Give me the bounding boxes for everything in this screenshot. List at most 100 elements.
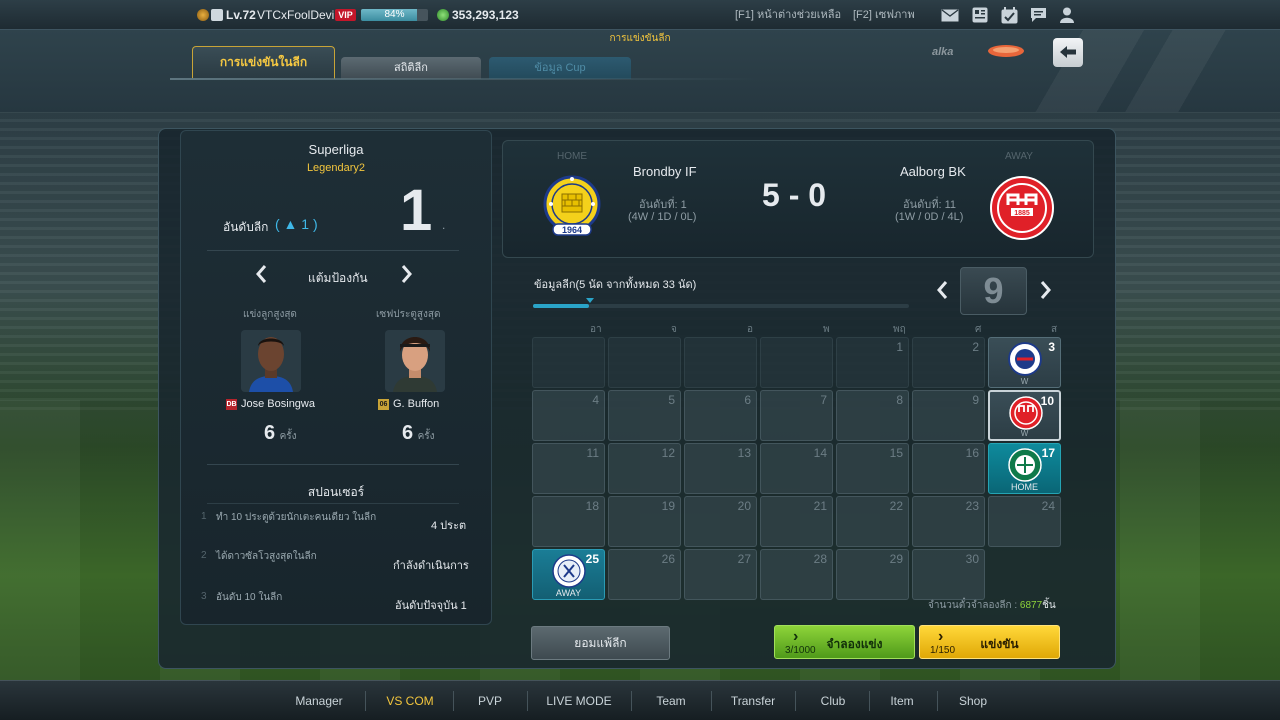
calendar-day[interactable]: 26 xyxy=(608,549,681,600)
chat-icon[interactable] xyxy=(1028,6,1048,24)
back-button[interactable] xyxy=(1053,38,1083,67)
nav-item[interactable]: Item xyxy=(874,681,930,720)
calendar-empty-cell xyxy=(532,337,605,388)
sponsor-status: อันดับปัจจุบัน 1 xyxy=(395,600,467,612)
divider xyxy=(453,691,454,711)
top-saver-label: เซฟประตูสูงสุด xyxy=(376,309,441,320)
chevron-right-icon xyxy=(401,265,412,283)
calendar-day[interactable]: 22 xyxy=(836,496,909,547)
prev-category-button[interactable] xyxy=(255,263,267,291)
home-label: HOME xyxy=(557,151,587,162)
away-crest-year: 1885 xyxy=(1014,210,1030,217)
tab-league-stats[interactable]: สถิติลีก xyxy=(341,57,481,79)
opponent-crest-icon xyxy=(1009,396,1043,430)
divider xyxy=(937,691,938,711)
tab-cup-info[interactable]: ข้อมูล Cup xyxy=(489,57,631,79)
calendar-day[interactable]: 14 xyxy=(760,443,833,494)
calendar-day[interactable]: 5 xyxy=(608,390,681,441)
calendar-day[interactable]: 21 xyxy=(760,496,833,547)
calendar-day[interactable]: 1 xyxy=(836,337,909,388)
calendar-day[interactable]: 8 xyxy=(836,390,909,441)
scorer-count: 6 xyxy=(264,422,276,444)
weekday-label: อา xyxy=(590,324,602,335)
calendar-day[interactable]: 13 xyxy=(684,443,757,494)
sponsor-title: สปอนเซอร์ xyxy=(307,485,365,499)
nav-manager[interactable]: Manager xyxy=(280,681,358,720)
nav-pvp[interactable]: PVP xyxy=(460,681,520,720)
opponent-crest-icon xyxy=(552,554,586,588)
saver-name-row: 06 G. Buffon xyxy=(378,398,439,410)
weekday-label: พ xyxy=(823,324,830,335)
prev-month-button[interactable] xyxy=(936,279,948,307)
sponsor-index: 1 xyxy=(201,511,207,522)
calendar-day[interactable]: 16 xyxy=(912,443,985,494)
home-team-crest[interactable]: 1964 xyxy=(543,172,601,240)
club-crest-icon xyxy=(211,9,223,21)
match-day-number: 10 xyxy=(1040,394,1054,408)
calendar-match-day-home[interactable]: 17 HOME xyxy=(988,443,1061,494)
sponsor-status: กำลังดำเนินการ xyxy=(393,560,469,572)
exp-percent: 84% xyxy=(384,9,405,20)
next-month-button[interactable] xyxy=(1040,279,1052,307)
top-bar: Lv.72 VTCxFoolDevil VIP 84% 353,293,123 … xyxy=(0,0,1280,30)
simulate-match-button[interactable]: › จำลองแข่ง 3/1000 xyxy=(774,625,915,659)
calendar-check-icon[interactable] xyxy=(999,6,1019,24)
news-icon[interactable] xyxy=(970,6,990,24)
match-day-number: 25 xyxy=(585,552,599,566)
calendar-day[interactable]: 9 xyxy=(912,390,985,441)
calendar-day[interactable]: 19 xyxy=(608,496,681,547)
svg-text:alka: alka xyxy=(932,46,953,58)
away-team-name: Aalborg BK xyxy=(900,164,966,179)
mail-icon[interactable] xyxy=(940,6,960,24)
calendar-day[interactable]: 2 xyxy=(912,337,985,388)
month-display: 9 xyxy=(960,267,1027,315)
username: VTCxFoolDevil xyxy=(257,8,338,22)
divider xyxy=(207,464,459,465)
calendar-day[interactable]: 30 xyxy=(912,549,985,600)
calendar-day[interactable]: 24 xyxy=(988,496,1061,547)
profile-icon[interactable] xyxy=(1057,6,1077,24)
calendar-day[interactable]: 29 xyxy=(836,549,909,600)
calendar-match-day-selected[interactable]: 10 W xyxy=(988,390,1061,441)
calendar-day[interactable]: 23 xyxy=(912,496,985,547)
calendar-day[interactable]: 18 xyxy=(532,496,605,547)
rank-change: ( ▲ 1 ) xyxy=(275,216,318,232)
weekday-label: พฤ xyxy=(893,324,906,335)
calendar-day[interactable]: 12 xyxy=(608,443,681,494)
nav-vs-com[interactable]: VS COM xyxy=(372,681,448,720)
help-link[interactable]: [F1] หน้าต่างช่วยเหลือ xyxy=(735,0,841,30)
league-rank: 1 xyxy=(400,178,433,243)
nav-team[interactable]: Team xyxy=(638,681,704,720)
divider xyxy=(365,691,366,711)
calendar-day[interactable]: 11 xyxy=(532,443,605,494)
calendar-empty-cell xyxy=(760,337,833,388)
nav-shop[interactable]: Shop xyxy=(944,681,1002,720)
away-team-crest[interactable]: 1885 xyxy=(989,175,1055,241)
calendar-day[interactable]: 28 xyxy=(760,549,833,600)
nav-club[interactable]: Club xyxy=(802,681,864,720)
calendar-day[interactable]: 15 xyxy=(836,443,909,494)
divider xyxy=(207,503,459,504)
calendar-day[interactable]: 4 xyxy=(532,390,605,441)
calendar-match-day[interactable]: 3 W xyxy=(988,337,1061,388)
nav-live-mode[interactable]: LIVE MODE xyxy=(534,681,624,720)
player-photo-scorer[interactable] xyxy=(241,330,301,392)
league-name: Superliga xyxy=(308,142,364,157)
calendar-day[interactable]: 20 xyxy=(684,496,757,547)
nav-transfer[interactable]: Transfer xyxy=(718,681,788,720)
weekday-label: จ xyxy=(671,324,677,335)
play-match-button[interactable]: › แข่งขัน 1/150 xyxy=(919,625,1060,659)
forfeit-league-button[interactable]: ยอมแพ้ลีก xyxy=(531,626,670,660)
player-photo-saver[interactable] xyxy=(385,330,445,392)
calendar-day[interactable]: 27 xyxy=(684,549,757,600)
tab-league-match[interactable]: การแข่งขันในลีก xyxy=(192,46,335,79)
calendar-match-day-away[interactable]: 25 AWAY xyxy=(532,549,605,600)
calendar-day[interactable]: 6 xyxy=(684,390,757,441)
screenshot-link[interactable]: [F2] เซฟภาพ xyxy=(853,0,915,30)
calendar-day[interactable]: 7 xyxy=(760,390,833,441)
match-result-tag: W xyxy=(1020,429,1029,438)
scorer-name-row: DB Jose Bosingwa xyxy=(226,398,315,410)
vip-badge: VIP xyxy=(335,9,356,21)
position-badge: DB xyxy=(226,398,237,410)
next-category-button[interactable] xyxy=(401,263,413,291)
